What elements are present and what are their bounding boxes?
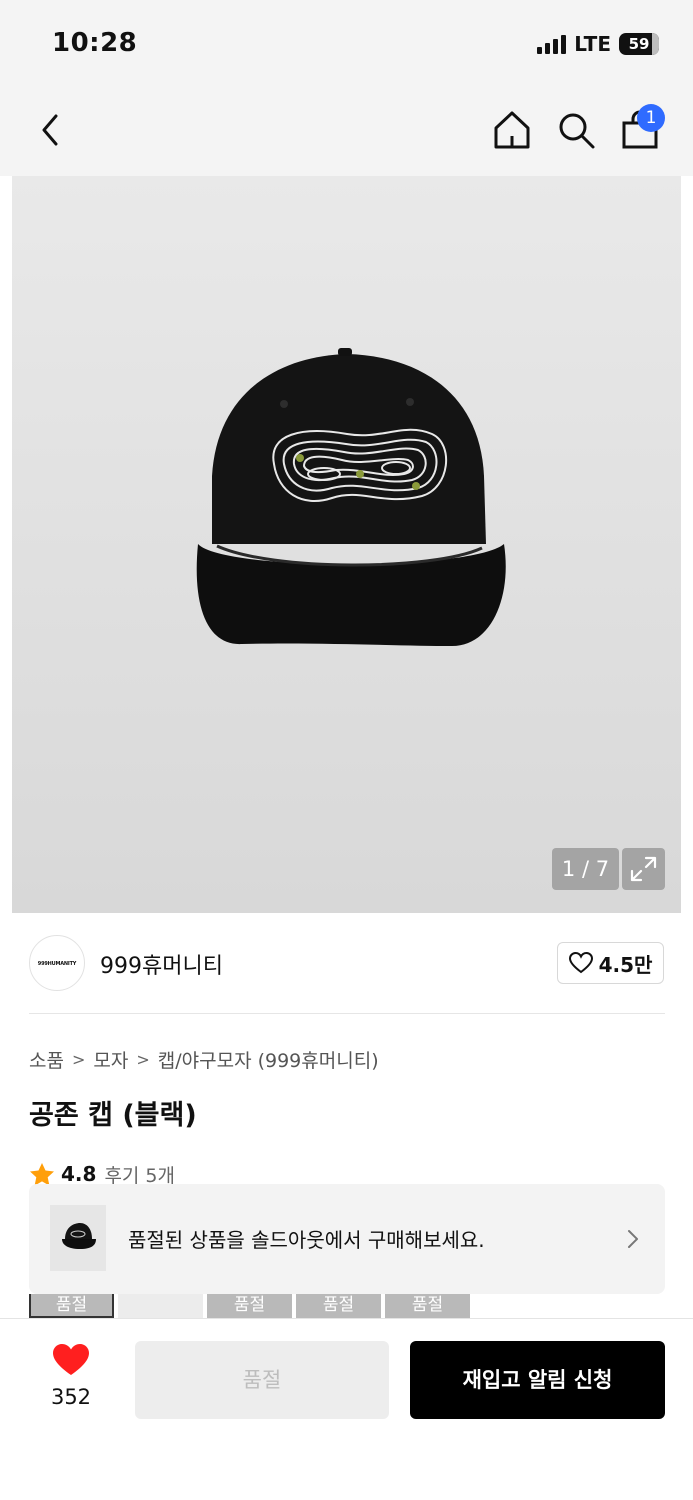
navigation-bar [0, 90, 693, 176]
battery-level: 59 [628, 35, 650, 53]
back-icon[interactable] [32, 110, 72, 150]
network-label: LTE [574, 32, 611, 56]
option-chip[interactable] [118, 1294, 203, 1318]
soldout-button[interactable]: 품절 [135, 1341, 389, 1419]
bottom-action-bar: 352 품절 재입고 알림 신청 [0, 1318, 693, 1500]
star-icon [30, 1162, 54, 1186]
chevron-right-icon [628, 1230, 638, 1248]
home-icon[interactable] [490, 108, 534, 152]
breadcrumb-item[interactable]: 캡/야구모자 (999휴머니티) [158, 1046, 379, 1073]
option-chip[interactable]: 품절 [207, 1294, 292, 1318]
image-counter: 1 / 7 [552, 848, 619, 890]
brand-name[interactable]: 999휴머니티 [100, 948, 223, 980]
status-time: 10:28 [52, 28, 138, 58]
heart-outline-icon [568, 952, 593, 974]
status-indicators: LTE 59 [537, 32, 659, 56]
signal-icon [537, 34, 567, 54]
product-image[interactable] [12, 176, 681, 913]
soldout-banner[interactable]: 품절된 상품을 솔드아웃에서 구매해보세요. [29, 1184, 665, 1294]
option-chip[interactable]: 품절 [385, 1294, 470, 1318]
search-icon[interactable] [554, 108, 598, 152]
brand-row: 999HUMANITY 999휴머니티 4.5만 [0, 913, 693, 1013]
banner-text: 품절된 상품을 솔드아웃에서 구매해보세요. [128, 1228, 485, 1252]
breadcrumb: 소품 > 모자 > 캡/야구모자 (999휴머니티) [29, 1046, 379, 1073]
restock-alert-button[interactable]: 재입고 알림 신청 [410, 1341, 665, 1419]
brand-logo[interactable]: 999HUMANITY [29, 935, 85, 991]
battery-icon: 59 [619, 33, 659, 55]
breadcrumb-item[interactable]: 모자 [93, 1046, 128, 1073]
option-strip: 품절 품절 품절 품절 [29, 1294, 470, 1318]
chevron-right-icon: > [136, 1050, 150, 1069]
brand-like-count: 4.5만 [598, 952, 653, 977]
cap-image [196, 348, 506, 646]
wish-count: 352 [50, 1385, 92, 1409]
cart-badge: 1 [637, 104, 665, 132]
rating-value: 4.8 [61, 1162, 97, 1186]
chevron-right-icon: > [71, 1050, 86, 1069]
divider [29, 1013, 665, 1014]
product-title: 공존 캡 (블랙) [29, 1100, 197, 1131]
heart-filled-icon[interactable] [52, 1343, 90, 1377]
option-chip[interactable]: 품절 [29, 1294, 114, 1318]
breadcrumb-item[interactable]: 소품 [29, 1046, 64, 1073]
status-bar: 10:28 LTE 59 [0, 0, 693, 90]
brand-like-button[interactable]: 4.5만 [557, 942, 664, 984]
expand-icon[interactable] [622, 848, 665, 890]
banner-thumbnail [50, 1205, 106, 1271]
option-chip[interactable]: 품절 [296, 1294, 381, 1318]
